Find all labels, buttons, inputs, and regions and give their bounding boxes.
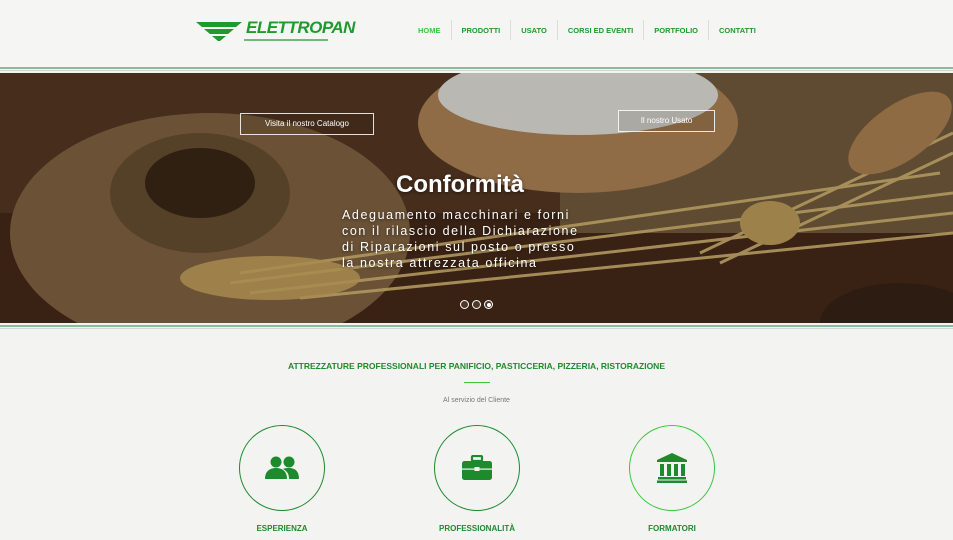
nav-item-corsi-ed-eventi[interactable]: CORSI ED EVENTI bbox=[558, 20, 645, 40]
slider-dot-2[interactable] bbox=[472, 300, 481, 309]
nav-item-home[interactable]: HOME bbox=[408, 20, 452, 40]
nav-item-usato[interactable]: USATO bbox=[511, 20, 558, 40]
site-logo[interactable]: ELETTROPAN bbox=[196, 18, 355, 44]
logo-text: ELETTROPAN bbox=[246, 18, 355, 37]
feature-label: PROFESSIONALITÀ bbox=[438, 524, 515, 533]
hero-divider bbox=[0, 325, 953, 327]
feature-circle bbox=[239, 425, 325, 511]
catalog-button[interactable]: Visita il nostro Catalogo bbox=[240, 113, 374, 135]
section-title: ATTREZZATURE PROFESSIONALI PER PANIFICIO… bbox=[287, 361, 665, 371]
feature-esperienza[interactable]: ESPERIENZA bbox=[222, 425, 342, 540]
slider-dot-3[interactable] bbox=[484, 300, 493, 309]
header-divider bbox=[0, 67, 953, 69]
institution-icon bbox=[657, 453, 687, 483]
feature-label: ESPERIENZA bbox=[256, 524, 308, 533]
hero-text: Adeguamento macchinari e forni con il ri… bbox=[342, 207, 632, 271]
hero-slider: Visita il nostro Catalogo Il nostro Usat… bbox=[0, 73, 953, 323]
hero-text-line: Adeguamento macchinari e forni bbox=[342, 208, 570, 222]
main-nav: HOME PRODOTTI USATO CORSI ED EVENTI PORT… bbox=[408, 20, 766, 40]
usato-button[interactable]: Il nostro Usato bbox=[618, 110, 715, 132]
hero-text-line: di Riparazioni sul posto o presso bbox=[342, 240, 576, 254]
section-title-underline bbox=[464, 382, 490, 383]
feature-label: FORMATORI bbox=[648, 524, 696, 533]
hero-divider-thin bbox=[0, 328, 953, 329]
feature-formatori[interactable]: FORMATORI bbox=[612, 425, 732, 540]
feature-professionalita[interactable]: PROFESSIONALITÀ bbox=[417, 425, 537, 540]
hero-title: Conformità bbox=[396, 171, 524, 198]
nav-item-prodotti[interactable]: PRODOTTI bbox=[452, 20, 512, 40]
nav-item-contatti[interactable]: CONTATTI bbox=[709, 20, 766, 40]
briefcase-icon bbox=[462, 455, 492, 480]
site-header: ELETTROPAN HOME PRODOTTI USATO CORSI ED … bbox=[0, 0, 953, 68]
feature-circle bbox=[434, 425, 520, 511]
slider-dot-1[interactable] bbox=[460, 300, 469, 309]
nav-item-portfolio[interactable]: PORTFOLIO bbox=[644, 20, 709, 40]
hero-text-line: con il rilascio della Dichiarazione bbox=[342, 224, 579, 238]
hero-text-line: la nostra attrezzata officina bbox=[342, 256, 538, 270]
header-divider-thin bbox=[0, 70, 953, 71]
slider-dots bbox=[460, 300, 493, 309]
feature-circle bbox=[629, 425, 715, 511]
users-icon bbox=[265, 456, 299, 479]
section-subtitle: Al servizio del Cliente bbox=[443, 397, 510, 404]
